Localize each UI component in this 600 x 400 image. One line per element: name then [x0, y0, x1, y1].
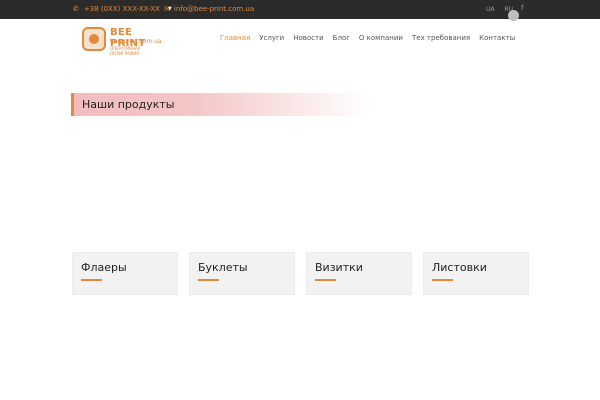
bee-logo-icon	[82, 27, 106, 51]
product-card-booklets[interactable]: Буклеты	[189, 252, 295, 295]
envelope-icon: ✉	[164, 5, 170, 13]
nav-item-about[interactable]: О компании	[359, 34, 403, 42]
product-card-business-cards[interactable]: Визитки	[306, 252, 412, 295]
product-card-label[interactable]: Буклеты	[198, 261, 248, 274]
top-bar: ✆ +38 (0XX) XXX-XX-XX ▼ ✉ info@bee-print…	[0, 0, 600, 21]
nav-item-services[interactable]: Услуги	[259, 34, 284, 42]
card-underline	[81, 279, 102, 281]
email-contact[interactable]: ✉ info@bee-print.com.ua	[164, 5, 254, 13]
nav-item-home[interactable]: Главная	[220, 34, 250, 42]
email-address[interactable]: info@bee-print.com.ua	[174, 5, 254, 13]
nav-item-news[interactable]: Новости	[293, 34, 323, 42]
nav-item-requirements[interactable]: Тех требования	[412, 34, 470, 42]
product-card-label[interactable]: Листовки	[432, 261, 487, 274]
card-underline	[315, 279, 336, 281]
nav-item-blog[interactable]: Блог	[333, 34, 350, 42]
product-card-flyers[interactable]: Флаеры	[72, 252, 178, 295]
section-banner: Наши продукты	[71, 93, 371, 116]
nav-item-contacts[interactable]: Контакты	[479, 34, 515, 42]
lang-ua[interactable]: UA	[486, 6, 495, 13]
phone-number[interactable]: +38 (0XX) XXX-XX-XX	[84, 5, 160, 13]
phone-contact[interactable]: ✆ +38 (0XX) XXX-XX-XX ▼	[73, 5, 172, 13]
main-navigation: Главная Услуги Новости Блог О компании Т…	[220, 34, 515, 42]
product-card-label[interactable]: Флаеры	[81, 261, 127, 274]
product-card-label[interactable]: Визитки	[315, 261, 363, 274]
cursor-indicator	[508, 10, 519, 21]
phone-icon: ✆	[73, 5, 79, 13]
site-logo[interactable]: BEE PRINT bee-print.com.ua ОПЕРАТИВНАЯ П…	[82, 27, 166, 56]
facebook-icon[interactable]: f	[521, 4, 523, 12]
card-underline	[198, 279, 219, 281]
logo-domain: bee-print.com.ua	[110, 38, 162, 45]
section-title: Наши продукты	[82, 98, 175, 111]
logo-tagline: ОПЕРАТИВНАЯ ПОЛИГРАФИЯ	[110, 46, 141, 56]
card-underline	[432, 279, 453, 281]
product-card-leaflets[interactable]: Листовки	[423, 252, 529, 295]
